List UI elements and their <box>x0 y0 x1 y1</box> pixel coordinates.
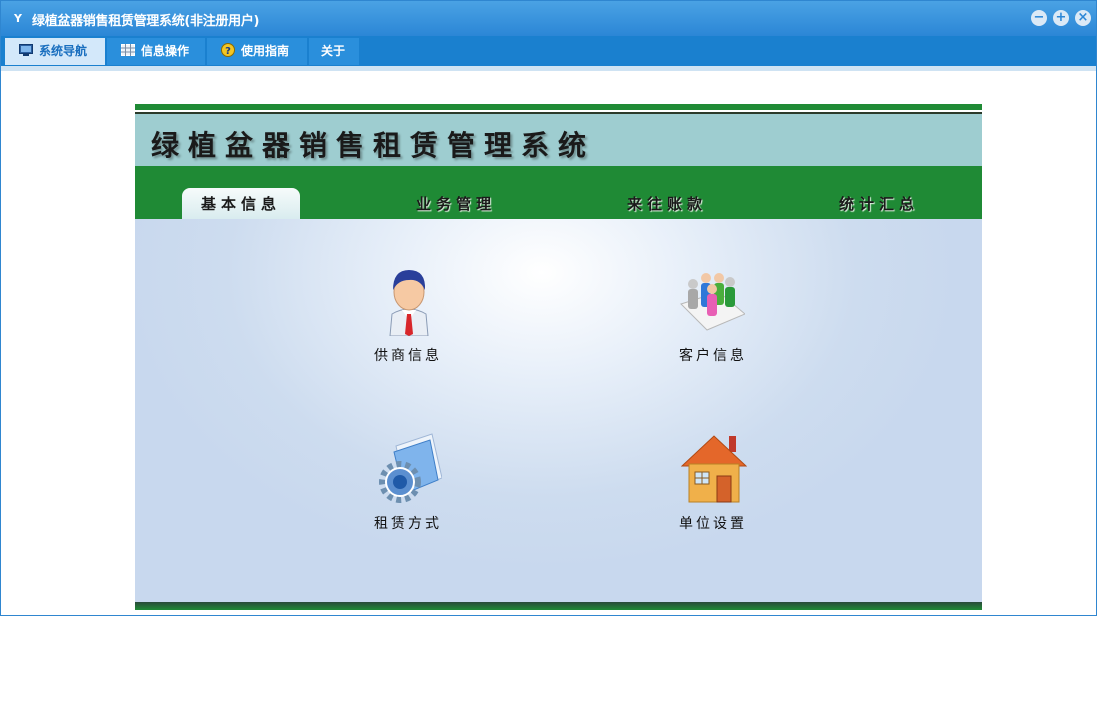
help-icon: ? <box>221 43 235 57</box>
customer-group-icon <box>680 273 745 331</box>
navigation-panel: 绿植盆器销售租赁管理系统 基本信息 业务管理 来往账款 统计汇总 供商信息 客户… <box>135 104 982 610</box>
tile-customer-info[interactable]: 客户信息 <box>663 264 763 374</box>
tile-area: 供商信息 客户信息 租赁方式 单位设置 <box>135 219 982 602</box>
close-icon[interactable]: × <box>1075 10 1091 26</box>
house-icon <box>681 435 747 503</box>
tab-statistics[interactable]: 统计汇总 <box>820 188 938 219</box>
menu-item-info-ops[interactable]: 信息操作 <box>107 38 205 65</box>
system-banner: 绿植盆器销售租赁管理系统 <box>135 114 982 166</box>
tile-label: 客户信息 <box>679 348 747 364</box>
monitor-icon <box>19 44 33 56</box>
category-tabs: 基本信息 业务管理 来往账款 统计汇总 <box>135 166 982 219</box>
top-green-band <box>135 104 982 110</box>
title-bar[interactable]: Y 绿植盆器销售租赁管理系统(非注册用户) − + × <box>1 1 1096 36</box>
menu-bar: 系统导航 信息操作 ? 使用指南 关于 <box>1 36 1096 66</box>
tile-label: 租赁方式 <box>374 516 442 532</box>
lease-gear-document-icon <box>379 433 442 503</box>
tab-accounts[interactable]: 来往账款 <box>608 188 726 219</box>
banner-title: 绿植盆器销售租赁管理系统 <box>151 129 596 162</box>
svg-text:?: ? <box>225 46 231 57</box>
window-title: 绿植盆器销售租赁管理系统(非注册用户) <box>32 14 260 29</box>
menu-item-about[interactable]: 关于 <box>309 38 359 65</box>
menu-item-label: 关于 <box>321 44 346 58</box>
tile-label: 供商信息 <box>374 348 442 364</box>
tile-label: 单位设置 <box>679 516 747 532</box>
supplier-person-icon <box>389 270 429 336</box>
menu-bar-divider <box>1 66 1096 71</box>
tile-lease-method[interactable]: 租赁方式 <box>358 432 458 542</box>
bottom-green-band <box>135 602 982 610</box>
menu-item-label: 系统导航 <box>39 44 88 58</box>
tab-basic-info[interactable]: 基本信息 <box>182 188 300 219</box>
grid-icon <box>121 44 135 56</box>
menu-item-guide[interactable]: ? 使用指南 <box>207 38 307 65</box>
maximize-icon[interactable]: + <box>1053 10 1069 26</box>
menu-item-system-nav[interactable]: 系统导航 <box>5 38 105 65</box>
app-window: Y 绿植盆器销售租赁管理系统(非注册用户) − + × 系统导航 信息操作 ? … <box>0 0 1097 616</box>
menu-item-label: 使用指南 <box>241 44 290 58</box>
minimize-icon[interactable]: − <box>1031 10 1047 26</box>
tile-supplier-info[interactable]: 供商信息 <box>358 264 458 374</box>
tab-business-management[interactable]: 业务管理 <box>397 188 515 219</box>
app-logo-icon: Y <box>14 12 22 25</box>
menu-item-label: 信息操作 <box>141 44 190 58</box>
tile-unit-settings[interactable]: 单位设置 <box>663 432 763 542</box>
